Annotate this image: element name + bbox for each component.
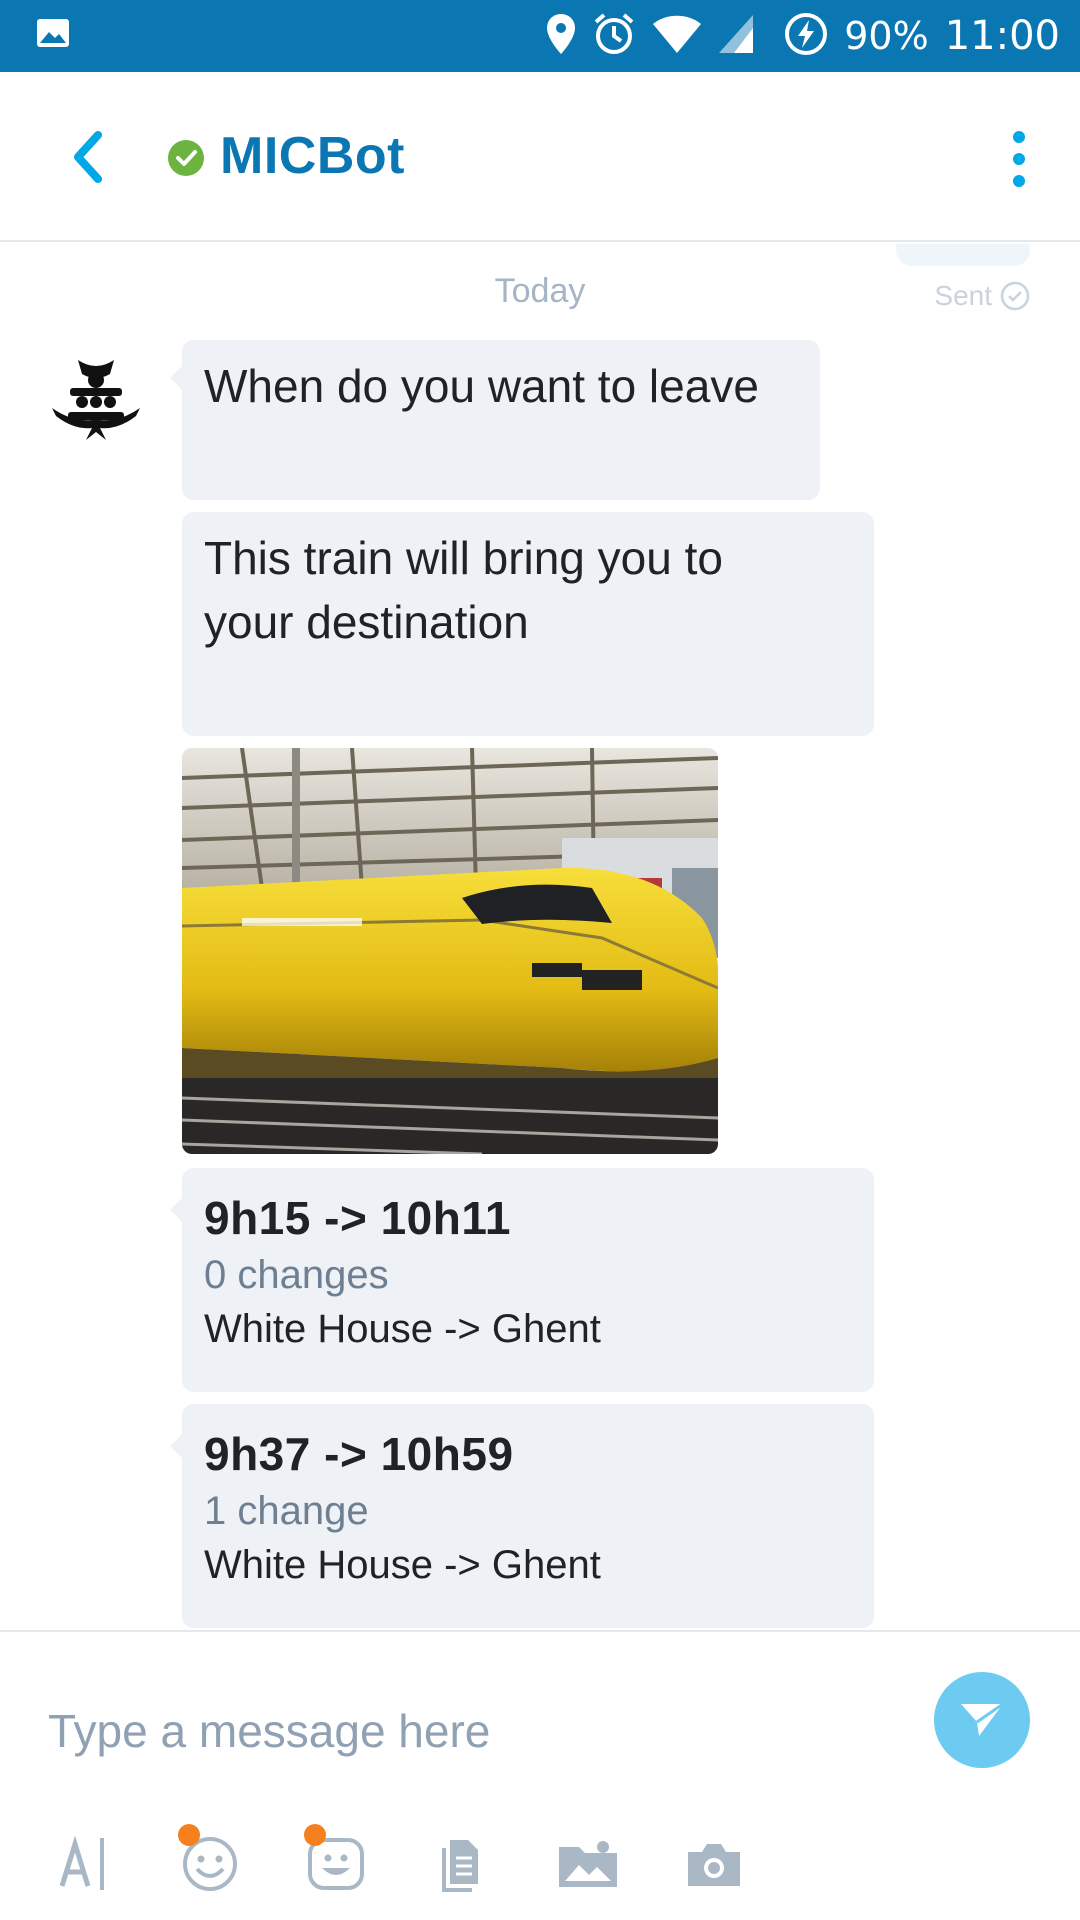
bubble-tail [170, 366, 182, 390]
text-format-button[interactable] [48, 1828, 120, 1900]
battery-charging-icon [784, 12, 828, 61]
bot-avatar[interactable] [48, 352, 144, 448]
previous-sent-bubble [896, 244, 1030, 266]
media-icon [559, 1841, 617, 1887]
file-icon [442, 1840, 478, 1892]
back-button[interactable] [52, 122, 122, 192]
presence-online-icon [168, 140, 204, 176]
alarm-icon [592, 12, 636, 61]
sent-status: Sent [934, 280, 1030, 312]
chat-title[interactable]: MICBot [220, 126, 405, 186]
composer-toolbar [0, 1818, 1080, 1908]
more-dot [1013, 131, 1025, 143]
bubble-tail [170, 1198, 182, 1222]
signal-icon [718, 14, 754, 59]
train-changes: 0 changes [204, 1253, 389, 1297]
notification-dot [304, 1824, 326, 1846]
text-format-icon [59, 1836, 104, 1890]
chevron-left-icon [74, 131, 102, 183]
send-button[interactable] [934, 1672, 1030, 1768]
message-composer [0, 1630, 1080, 1920]
notification-dot [178, 1824, 200, 1846]
more-dot [1013, 175, 1025, 187]
battery-percent: 90% [844, 14, 929, 58]
train-route: White House -> Ghent [204, 1307, 601, 1351]
train-option-card[interactable]: 9h15 -> 10h11 0 changes White House -> G… [170, 1168, 874, 1392]
sent-status-label: Sent [934, 280, 992, 311]
train-route: White House -> Ghent [204, 1543, 601, 1587]
conversation-area[interactable]: Today Sent When do you want to leave Thi… [0, 244, 1080, 1630]
bubble-tail [170, 1434, 182, 1458]
send-icon [961, 1702, 1004, 1736]
message-text: When do you want to leave [204, 360, 759, 412]
file-button[interactable] [426, 1828, 498, 1900]
date-separator: Today [494, 272, 586, 310]
status-bar: 90% 11:00 [0, 0, 1080, 72]
camera-button[interactable] [678, 1828, 750, 1900]
camera-icon [688, 1844, 740, 1886]
message-bubble[interactable]: This train will bring you to your destin… [182, 512, 874, 736]
train-option-card[interactable]: 9h37 -> 10h59 1 change White House -> Gh… [170, 1404, 874, 1628]
train-image[interactable] [182, 748, 718, 1154]
check-circle-icon [1000, 281, 1030, 311]
chat-header: MICBot [0, 72, 1080, 242]
message-bubble[interactable]: When do you want to leave [170, 340, 820, 500]
train-times: 9h37 -> 10h59 [204, 1428, 514, 1480]
media-button[interactable] [552, 1828, 624, 1900]
image-icon [36, 18, 70, 53]
more-options-button[interactable] [994, 124, 1044, 194]
train-times: 9h15 -> 10h11 [204, 1192, 511, 1244]
message-input[interactable] [48, 1696, 908, 1766]
wifi-icon [652, 14, 702, 59]
emoticon-button[interactable] [174, 1824, 246, 1900]
moji-button[interactable] [300, 1824, 372, 1900]
message-text: This train will bring you to your destin… [204, 532, 723, 648]
train-changes: 1 change [204, 1489, 369, 1533]
clock: 11:00 [944, 13, 1060, 59]
location-icon [546, 13, 576, 60]
more-dot [1013, 153, 1025, 165]
